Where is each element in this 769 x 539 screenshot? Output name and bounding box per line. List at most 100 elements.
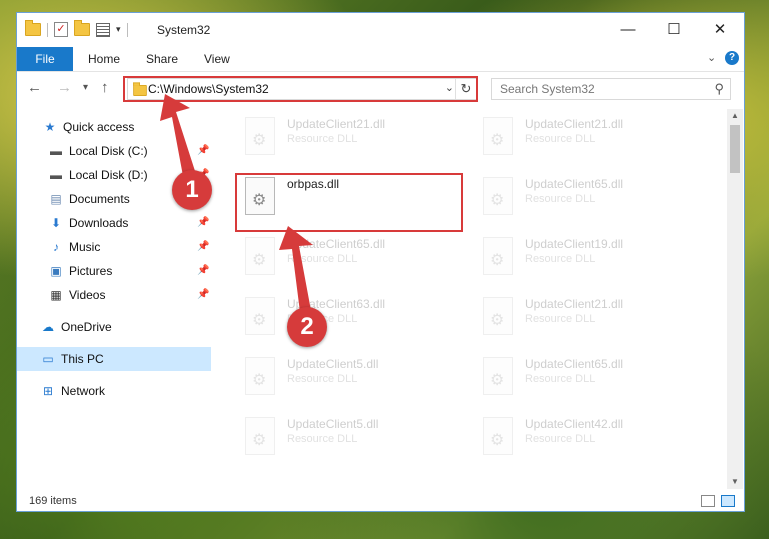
dll-file-icon — [483, 297, 513, 335]
dll-file-icon — [245, 417, 275, 455]
file-type: Resource DLL — [525, 433, 596, 445]
network-icon: ⊞ — [42, 384, 54, 398]
divider — [47, 22, 48, 37]
file-item[interactable]: UpdateClient21.dll Resource DLL — [237, 109, 467, 165]
scrollbar-thumb[interactable] — [730, 125, 740, 173]
sidebar-item-music[interactable]: ♪ Music — [49, 235, 100, 259]
sidebar-item-network[interactable]: ⊞ Network — [41, 379, 105, 403]
sidebar-item-quick-access[interactable]: ★ Quick access — [43, 115, 135, 139]
sidebar-item-local-disk-c[interactable]: ▬ Local Disk (C:) — [49, 139, 148, 163]
sidebar-item-local-disk-d[interactable]: ▬ Local Disk (D:) — [49, 163, 148, 187]
folder-icon — [25, 20, 41, 36]
dll-file-icon — [245, 357, 275, 395]
customize-dropdown-icon[interactable]: ▾ — [116, 24, 121, 35]
file-item[interactable]: UpdateClient5.dll Resource DLL — [237, 409, 467, 465]
sidebar-item-pictures[interactable]: ▣ Pictures — [49, 259, 112, 283]
file-item[interactable]: UpdateClient65.dll Resource DLL — [475, 349, 705, 405]
recent-locations-icon[interactable]: ▾ — [83, 82, 88, 93]
film-icon: ▦ — [50, 288, 62, 302]
sidebar-item-videos[interactable]: ▦ Videos — [49, 283, 105, 307]
file-name: UpdateClient21.dll — [287, 117, 386, 131]
sidebar-item-documents[interactable]: ▤ Documents — [49, 187, 130, 211]
tiles-view-icon[interactable] — [721, 495, 735, 507]
item-count: 169 items — [29, 495, 77, 507]
file-item[interactable]: UpdateClient21.dll Resource DLL — [475, 289, 705, 345]
sidebar-item-label: Documents — [69, 192, 130, 206]
sidebar-item-onedrive[interactable]: ☁ OneDrive — [41, 315, 112, 339]
properties-icon[interactable] — [96, 22, 110, 37]
dll-file-icon — [483, 237, 513, 275]
sidebar-item-label: Quick access — [63, 120, 135, 134]
file-item[interactable]: UpdateClient63.dll Resource DLL — [237, 289, 467, 345]
download-arrow-icon: ⬇ — [50, 216, 62, 230]
music-note-icon: ♪ — [53, 240, 59, 254]
properties-check-icon[interactable]: ✓ — [54, 22, 68, 37]
file-item[interactable]: UpdateClient65.dll Resource DLL — [475, 169, 705, 225]
help-icon[interactable]: ? — [725, 51, 739, 65]
maximize-button[interactable]: ☐ — [651, 13, 697, 47]
file-name: UpdateClient65.dll — [525, 177, 624, 191]
expand-ribbon-icon[interactable]: ⌄ — [707, 51, 716, 64]
dll-file-icon — [483, 117, 513, 155]
scroll-down-icon[interactable]: ▼ — [727, 477, 743, 486]
pin-icon[interactable]: 📌 — [197, 289, 209, 300]
dll-file-icon — [245, 237, 275, 275]
search-icon: ⚲ — [714, 81, 724, 96]
step-badge-2: 2 — [287, 307, 327, 347]
search-box[interactable]: Search System32 ⚲ — [491, 78, 731, 100]
file-item[interactable]: UpdateClient42.dll Resource DLL — [475, 409, 705, 465]
dll-file-icon — [245, 117, 275, 155]
tab-share[interactable]: Share — [146, 47, 178, 71]
drive-icon: ▬ — [50, 168, 62, 182]
file-type: Resource DLL — [287, 433, 358, 445]
title-bar: ✓ ▾ System32 — ☐ ✕ — [17, 13, 744, 47]
file-type: Resource DLL — [287, 373, 358, 385]
sidebar-item-label: Local Disk (D:) — [69, 168, 148, 182]
sidebar-item-downloads[interactable]: ⬇ Downloads — [49, 211, 128, 235]
file-list: UpdateClient21.dll Resource DLL orbpas.d… — [213, 109, 725, 489]
tab-file[interactable]: File — [17, 47, 73, 71]
dll-file-icon — [483, 417, 513, 455]
file-name: UpdateClient65.dll — [525, 357, 624, 371]
file-type: Resource DLL — [525, 313, 596, 325]
tab-home[interactable]: Home — [88, 47, 120, 71]
up-arrow-icon[interactable]: ↑ — [101, 79, 109, 96]
pin-icon[interactable]: 📌 — [197, 217, 209, 228]
pin-icon[interactable]: 📌 — [197, 145, 209, 156]
file-name: UpdateClient21.dll — [525, 117, 624, 131]
file-type: Resource DLL — [525, 253, 596, 265]
sidebar-item-this-pc[interactable]: ▭ This PC — [17, 347, 211, 371]
documents-icon: ▤ — [50, 192, 62, 206]
forward-arrow-icon[interactable]: → — [57, 79, 72, 96]
file-item[interactable]: UpdateClient5.dll Resource DLL — [237, 349, 467, 405]
file-name: UpdateClient5.dll — [287, 357, 379, 371]
file-item[interactable]: UpdateClient19.dll Resource DLL — [475, 229, 705, 285]
drive-icon: ▬ — [50, 144, 62, 158]
file-name: UpdateClient5.dll — [287, 417, 379, 431]
file-name: UpdateClient65.dll — [287, 237, 386, 251]
file-name: UpdateClient21.dll — [525, 297, 624, 311]
close-button[interactable]: ✕ — [697, 13, 743, 47]
sidebar-item-label: Downloads — [69, 216, 129, 230]
file-item[interactable]: UpdateClient21.dll Resource DLL — [475, 109, 705, 165]
minimize-button[interactable]: — — [605, 13, 651, 47]
sidebar-item-label: Pictures — [69, 264, 113, 278]
file-type: Resource DLL — [525, 133, 596, 145]
pin-icon[interactable]: 📌 — [197, 241, 209, 252]
sidebar-item-label: This PC — [61, 352, 104, 366]
search-placeholder: Search System32 — [500, 82, 595, 96]
file-name: UpdateClient19.dll — [525, 237, 624, 251]
scroll-up-icon[interactable]: ▲ — [727, 111, 743, 120]
vertical-scrollbar[interactable]: ▲ ▼ — [727, 109, 743, 489]
details-view-icon[interactable] — [701, 495, 715, 507]
file-name: UpdateClient42.dll — [525, 417, 624, 431]
back-arrow-icon[interactable]: ← — [27, 79, 42, 96]
file-type: Resource DLL — [287, 253, 358, 265]
file-item[interactable]: UpdateClient65.dll Resource DLL — [237, 229, 467, 285]
dll-file-icon — [245, 297, 275, 335]
new-folder-icon[interactable] — [74, 20, 90, 36]
tab-view[interactable]: View — [204, 47, 230, 71]
file-highlight — [235, 173, 463, 232]
pin-icon[interactable]: 📌 — [197, 265, 209, 276]
sidebar-item-label: Music — [69, 240, 101, 254]
